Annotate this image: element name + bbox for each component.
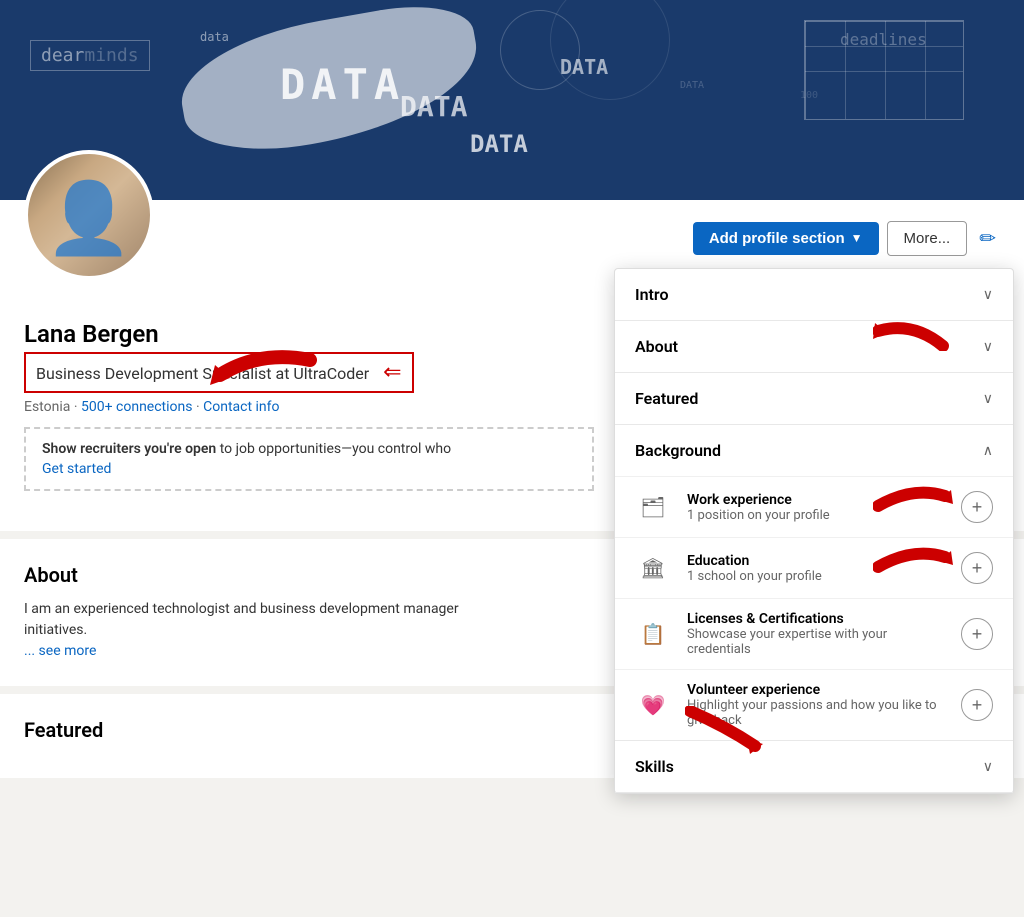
about-chevron-icon: ∨ (983, 339, 993, 355)
get-started-label: Get started (42, 461, 111, 477)
dropdown-intro-section: Intro ∨ (615, 269, 1013, 321)
dropdown-skills-header[interactable]: Skills ∨ (615, 741, 1013, 792)
dropdown-about-header[interactable]: About ∨ (615, 321, 1013, 372)
work-exp-arrow (873, 476, 953, 516)
more-label: More... (904, 230, 951, 247)
skills-chevron-icon: ∨ (983, 759, 993, 775)
add-profile-dropdown: Intro ∨ About ∨ Featured ∨ (614, 268, 1014, 794)
volunteer-subsection: 💗 Volunteer experience Highlight your pa… (615, 669, 1013, 740)
dropdown-background-title: Background (635, 441, 721, 460)
add-education-button[interactable]: + (961, 552, 993, 584)
page-wrapper: dearminds DATA data DATA DATA DATA deadl… (0, 0, 1024, 778)
dropdown-featured-section: Featured ∨ (615, 373, 1013, 425)
more-button[interactable]: More... (887, 221, 968, 256)
licenses-icon: 📋 (635, 616, 671, 652)
connections-count: 500+ connections (81, 399, 192, 415)
about-annotation-arrow (873, 311, 953, 351)
dropdown-about-section: About ∨ (615, 321, 1013, 373)
education-arrow (873, 537, 953, 577)
open-to-work-normal: to job opportunities—you control who (220, 441, 451, 457)
add-work-experience-button[interactable]: + (961, 491, 993, 523)
dropdown-featured-title: Featured (635, 389, 698, 408)
featured-chevron-icon: ∨ (983, 391, 993, 407)
dropdown-skills-title: Skills (635, 757, 674, 776)
licenses-title: Licenses & Certifications (687, 611, 945, 627)
education-icon: 🏛 (635, 550, 671, 586)
dropdown-background-section: Background ∧ 🗂 Work experience 1 positio… (615, 425, 1013, 741)
volunteer-icon: 💗 (635, 687, 671, 723)
add-volunteer-button[interactable]: + (961, 689, 993, 721)
see-more-link[interactable]: ... see more (24, 643, 96, 659)
volunteer-title: Volunteer experience (687, 682, 945, 698)
licenses-desc: Showcase your expertise with your creden… (687, 627, 945, 657)
avatar-arrow (200, 340, 320, 404)
licenses-text: Licenses & Certifications Showcase your … (687, 611, 945, 657)
add-profile-section-button[interactable]: Add profile section ▼ (693, 222, 879, 255)
intro-chevron-icon: ∨ (983, 287, 993, 303)
work-experience-icon: 🗂 (635, 489, 671, 525)
skills-annotation-arrow (685, 706, 765, 756)
add-profile-section-label: Add profile section (709, 230, 845, 247)
education-subsection: 🏛 Education 1 school on your profile + (615, 537, 1013, 598)
profile-top-actions: Add profile section ▼ More... ✏ (24, 200, 1000, 260)
open-to-work-bold: Show recruiters you're open (42, 441, 216, 457)
avatar-container (24, 150, 154, 280)
dropdown-about-title: About (635, 337, 678, 356)
open-to-work-text: Show recruiters you're open to job oppor… (42, 441, 576, 457)
dropdown-intro-title: Intro (635, 285, 669, 304)
dropdown-skills-section: Skills ∨ (615, 741, 1013, 793)
pencil-icon: ✏ (979, 228, 996, 250)
avatar (24, 150, 154, 280)
licenses-subsection: 📋 Licenses & Certifications Showcase you… (615, 598, 1013, 669)
open-to-work-box: Show recruiters you're open to job oppor… (24, 427, 594, 491)
dropdown-featured-header[interactable]: Featured ∨ (615, 373, 1013, 424)
headline-arrow: ⇐ (383, 360, 401, 385)
dropdown-chevron-icon: ▼ (851, 231, 863, 245)
dropdown-intro-header[interactable]: Intro ∨ (615, 269, 1013, 320)
work-experience-subsection: 🗂 Work experience 1 position on your pro… (615, 476, 1013, 537)
get-started-link[interactable]: Get started (42, 461, 576, 477)
location: Estonia (24, 399, 70, 415)
background-chevron-icon: ∧ (983, 443, 993, 459)
add-licenses-button[interactable]: + (961, 618, 993, 650)
edit-pencil-button[interactable]: ✏ (975, 222, 1000, 255)
dropdown-background-header[interactable]: Background ∧ (615, 425, 1013, 476)
connections-link[interactable]: 500+ connections (81, 399, 196, 415)
